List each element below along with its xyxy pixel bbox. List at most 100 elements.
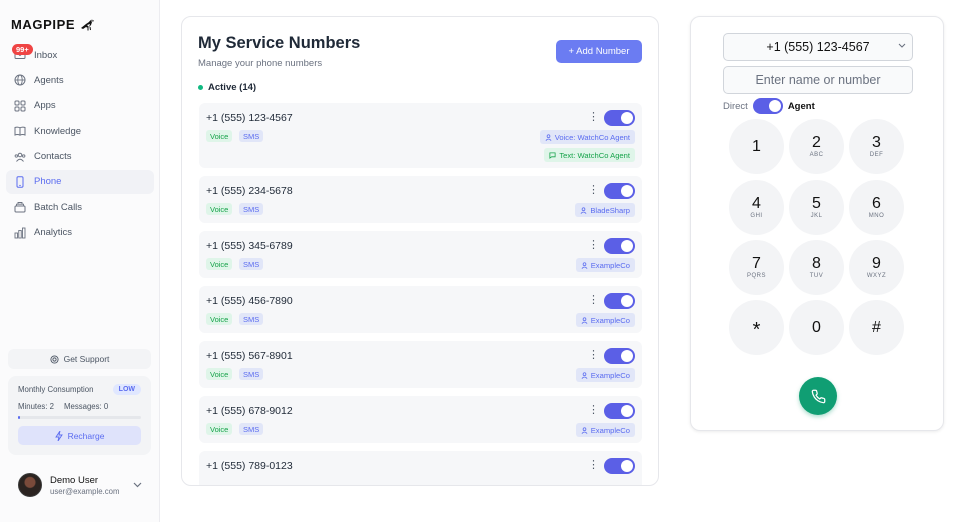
agent-user-icon — [581, 316, 588, 324]
assigned-agent-chip[interactable]: ExampleCo — [575, 423, 635, 437]
number-row[interactable]: +1 (555) 345-6789 Voice SMS ⋮ ExampleCo — [199, 231, 642, 278]
capability-tag-voice: Voice — [206, 203, 233, 215]
sidebar-item-label: Inbox — [34, 49, 58, 61]
capability-tag-sms: SMS — [239, 203, 264, 215]
keypad-key[interactable]: 9 WXYZ — [849, 240, 904, 295]
consumption-title: Monthly Consumption — [18, 385, 94, 394]
assigned-agent-label: ExampleCo — [590, 370, 630, 380]
sidebar-item-analytics[interactable]: Analytics — [6, 221, 154, 245]
get-support-button[interactable]: Get Support — [8, 349, 151, 369]
agent-user-icon — [545, 133, 552, 141]
messages-count: Messages: 0 — [63, 402, 109, 411]
active-status-dot — [198, 85, 203, 90]
keypad-digit: 8 — [812, 255, 821, 272]
grid-icon — [14, 100, 26, 112]
number-row[interactable]: +1 (555) 123-4567 Voice SMS ⋮ Voice: WatchCo… — [199, 103, 642, 168]
assigned-agent-chip[interactable]: ExampleCo — [575, 368, 635, 382]
agent-user-icon — [581, 261, 588, 269]
keypad-letters: ABC — [809, 152, 824, 158]
avatar — [18, 473, 42, 497]
book-icon — [14, 125, 26, 137]
number-enabled-toggle[interactable] — [604, 403, 635, 419]
minutes-count: Minutes: 2 — [18, 402, 54, 411]
sidebar-item-inbox[interactable]: Inbox 99+ — [6, 43, 154, 67]
sidebar-item-knowledge[interactable]: Knowledge — [6, 119, 154, 143]
user-email: user@example.com — [50, 486, 120, 496]
assigned-agent-chip[interactable]: BladeSharp — [575, 203, 635, 217]
caller-id-select[interactable]: +1 (555) 123-4567 — [723, 33, 913, 61]
keypad-key[interactable]: 0 — [789, 300, 844, 355]
capability-tag-voice: Voice — [206, 368, 233, 380]
more-options-icon[interactable]: ⋮ — [588, 112, 599, 123]
keypad-key[interactable]: 1 — [729, 119, 784, 174]
recharge-button[interactable]: Recharge — [18, 426, 141, 445]
number-enabled-toggle[interactable] — [604, 110, 635, 126]
keypad-key[interactable]: 7 PQRS — [729, 240, 784, 295]
phone-number: +1 (555) 345-6789 — [206, 240, 293, 252]
keypad-key[interactable]: 3 DEF — [849, 119, 904, 174]
capability-tag-voice: Voice — [206, 258, 233, 270]
phone-number: +1 (555) 678-9012 — [206, 405, 293, 417]
number-enabled-toggle[interactable] — [604, 458, 635, 474]
lightning-icon — [54, 430, 63, 441]
assigned-agent-chip[interactable]: Voice: WatchCo Agent — [539, 130, 635, 144]
keypad-key[interactable]: * — [729, 300, 784, 355]
number-enabled-toggle[interactable] — [604, 348, 635, 364]
keypad-digit: 7 — [752, 255, 761, 272]
logo[interactable]: MAGPIPE — [11, 17, 95, 32]
user-menu[interactable]: Demo User user@example.com — [18, 473, 142, 497]
assigned-agent-label: ExampleCo — [590, 260, 630, 270]
user-name: Demo User — [50, 474, 99, 486]
phone-number: +1 (555) 567-8901 — [206, 350, 293, 362]
sidebar-item-apps[interactable]: Apps — [6, 94, 154, 118]
assigned-agent-chip[interactable]: ExampleCo — [575, 258, 635, 272]
magpie-logo-icon — [81, 19, 95, 31]
sidebar-item-agents[interactable]: Agents — [6, 68, 154, 92]
sidebar-item-label: Apps — [34, 100, 56, 112]
bar-chart-icon — [14, 227, 26, 239]
keypad-key[interactable]: # — [849, 300, 904, 355]
more-options-icon[interactable]: ⋮ — [588, 185, 599, 196]
phone-number: +1 (555) 234-5678 — [206, 185, 293, 197]
page-subtitle: Manage your phone numbers — [198, 58, 323, 69]
dial-input[interactable] — [723, 66, 913, 94]
more-options-icon[interactable]: ⋮ — [588, 350, 599, 361]
logo-text: MAGPIPE — [11, 17, 76, 32]
mode-toggle[interactable] — [752, 98, 783, 114]
consumption-level-badge: LOW — [112, 384, 141, 395]
number-enabled-toggle[interactable] — [604, 183, 635, 199]
capability-tag-sms: SMS — [239, 368, 264, 380]
assigned-agent-chip[interactable]: ExampleCo — [575, 313, 635, 327]
keypad-digit: 3 — [872, 134, 881, 151]
mode-agent-label: Agent — [787, 100, 815, 112]
keypad-digit: 1 — [752, 138, 761, 155]
more-options-icon[interactable]: ⋮ — [588, 460, 599, 471]
keypad-key[interactable]: 2 ABC — [789, 119, 844, 174]
call-button[interactable] — [799, 377, 837, 415]
number-row[interactable]: +1 (555) 234-5678 Voice SMS ⋮ BladeSharp — [199, 176, 642, 223]
keypad-key[interactable]: 5 JKL — [789, 180, 844, 235]
sidebar-item-batch-calls[interactable]: Batch Calls — [6, 195, 154, 219]
phone-call-icon — [811, 389, 825, 403]
sidebar-item-phone[interactable]: Phone — [6, 169, 154, 194]
keypad-key[interactable]: 8 TUV — [789, 240, 844, 295]
add-number-button[interactable]: + Add Number — [556, 40, 642, 63]
keypad-key[interactable]: 6 MNO — [849, 180, 904, 235]
number-row[interactable]: +1 (555) 456-7890 Voice SMS ⋮ ExampleCo — [199, 286, 642, 333]
sidebar-item-label: Batch Calls — [34, 201, 83, 213]
number-row[interactable]: +1 (555) 567-8901 Voice SMS ⋮ ExampleCo — [199, 341, 642, 388]
more-options-icon[interactable]: ⋮ — [588, 405, 599, 416]
keypad-key[interactable]: 4 GHI — [729, 180, 784, 235]
number-row[interactable]: +1 (555) 789-0123 ⋮ — [199, 451, 642, 485]
assigned-agent-chip[interactable]: Text: WatchCo Agent — [544, 148, 635, 162]
number-row[interactable]: +1 (555) 678-9012 Voice SMS ⋮ ExampleCo — [199, 396, 642, 443]
phone-number: +1 (555) 456-7890 — [206, 295, 293, 307]
sidebar-item-contacts[interactable]: Contacts — [6, 145, 154, 169]
more-options-icon[interactable]: ⋮ — [588, 295, 599, 306]
number-enabled-toggle[interactable] — [604, 293, 635, 309]
more-options-icon[interactable]: ⋮ — [588, 240, 599, 251]
keypad-digit: * — [752, 319, 761, 341]
keypad-letters: TUV — [809, 273, 824, 279]
sidebar-item-label: Agents — [34, 74, 64, 86]
number-enabled-toggle[interactable] — [604, 238, 635, 254]
